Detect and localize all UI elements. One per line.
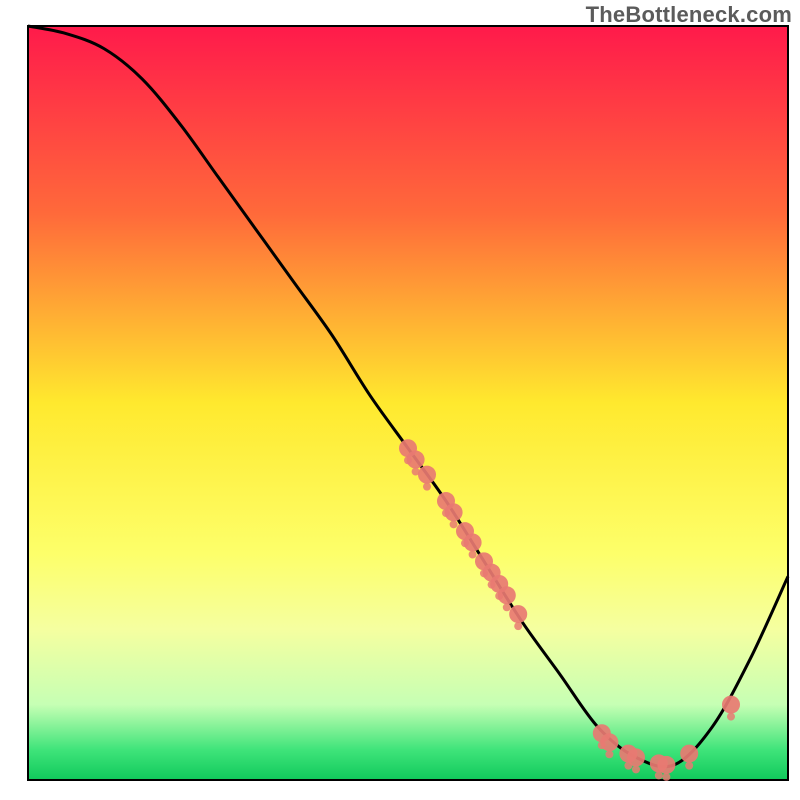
data-point-tick [685, 762, 693, 770]
bottleneck-chart [0, 0, 800, 800]
data-point-tick [727, 713, 735, 721]
data-point [657, 756, 675, 774]
data-point [498, 586, 516, 604]
data-point-tick [469, 550, 477, 558]
data-point-tick [632, 765, 640, 773]
chart-container: TheBottleneck.com [0, 0, 800, 800]
data-point-tick [423, 483, 431, 491]
data-point [418, 466, 436, 484]
data-point [445, 503, 463, 521]
data-point-tick [662, 773, 670, 781]
data-point-tick [655, 771, 663, 779]
data-point-tick [514, 622, 522, 630]
data-point [627, 748, 645, 766]
data-point-tick [503, 603, 511, 611]
data-point [509, 605, 527, 623]
data-point [464, 533, 482, 551]
data-point-tick [605, 750, 613, 758]
plot-background [28, 26, 788, 780]
data-point-tick [450, 520, 458, 528]
attribution-label: TheBottleneck.com [586, 2, 792, 28]
data-point [600, 733, 618, 751]
data-point [722, 696, 740, 714]
data-point [407, 451, 425, 469]
data-point [680, 745, 698, 763]
